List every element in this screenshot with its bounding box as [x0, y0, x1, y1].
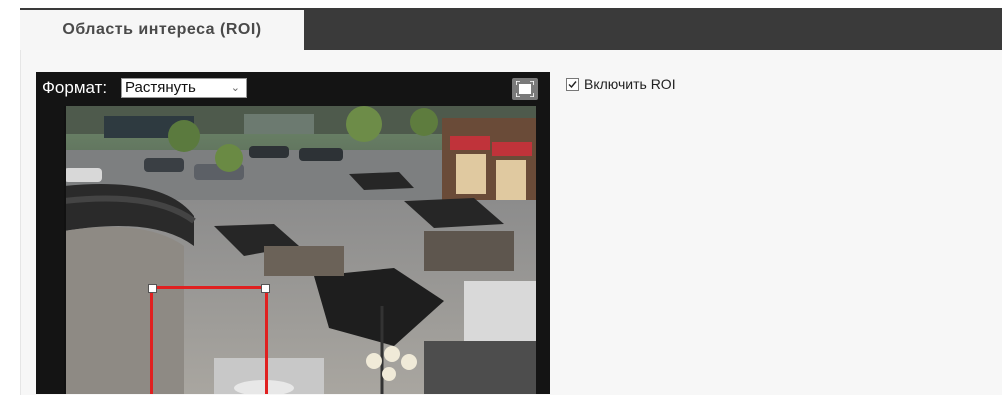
roi-selection-box[interactable] — [148, 284, 270, 394]
fullscreen-button[interactable] — [512, 78, 538, 100]
chevron-down-icon: ⌄ — [230, 82, 240, 94]
viewer-toolbar: Формат: Растянуть ⌄ — [36, 72, 550, 106]
enable-roi-option[interactable]: Включить ROI — [566, 76, 676, 92]
roi-handle-top-left[interactable] — [148, 284, 157, 293]
tab-bar: Область интереса (ROI) — [20, 8, 1002, 50]
video-viewer: Формат: Растянуть ⌄ — [36, 72, 550, 394]
enable-roi-label: Включить ROI — [584, 76, 676, 92]
checkmark-icon — [568, 80, 577, 88]
fullscreen-icon — [516, 81, 534, 97]
tab-roi[interactable]: Область интереса (ROI) — [20, 8, 304, 50]
camera-video-frame[interactable] — [64, 106, 536, 394]
camera-image — [64, 106, 536, 394]
format-select-value: Растянуть — [125, 79, 196, 96]
format-label: Формат: — [42, 78, 108, 97]
panel-footer — [20, 395, 1002, 409]
roi-handle-top-right[interactable] — [261, 284, 270, 293]
enable-roi-checkbox[interactable] — [566, 77, 579, 91]
format-select[interactable]: Растянуть ⌄ — [121, 78, 247, 98]
